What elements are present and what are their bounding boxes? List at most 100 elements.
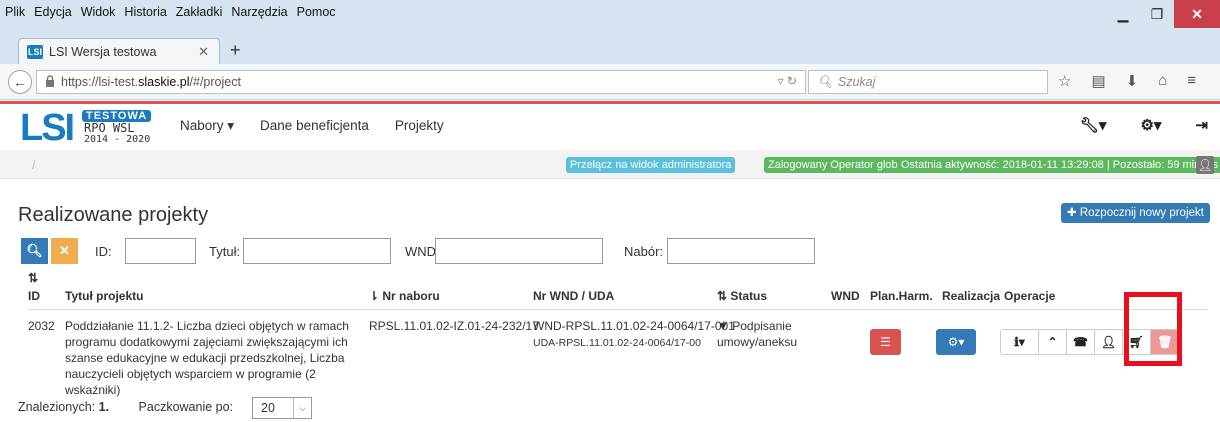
logo-line2: 2014 - 2020	[84, 134, 151, 145]
row-status-line2: umowy/aneksu	[717, 335, 798, 349]
app-header: LSI TESTOWA RPO WSL 2014 - 2020 Nabory ▾…	[0, 101, 1220, 149]
filter-id-input[interactable]	[125, 238, 196, 264]
info-bar: / Przełącz na widok administratora Zalog…	[0, 150, 1220, 179]
menu-pomoc[interactable]: Pomoc	[297, 5, 336, 19]
menu-historia[interactable]: Historia	[124, 5, 166, 19]
page-title: Realizowane projekty	[18, 204, 209, 226]
filter-nabor-label: Nabór:	[624, 244, 664, 259]
col-header-wnd: Nr WND / UDA	[533, 289, 615, 303]
highlight-frame	[1124, 292, 1182, 366]
home-icon[interactable]: ⌂	[1158, 72, 1167, 90]
nav-dane-beneficjenta[interactable]: Dane beneficjenta	[260, 118, 369, 134]
url-path: /#/project	[189, 75, 241, 89]
tab-title: LSI Wersja testowa	[49, 44, 157, 59]
minimize-button[interactable]: ▁	[1106, 0, 1140, 28]
menu-zakladki[interactable]: Zakładki	[176, 5, 223, 19]
url-prefix: https://lsi-test.	[61, 75, 139, 89]
bookmark-star-icon[interactable]: ☆	[1058, 72, 1071, 90]
gear-dropdown-icon: ⚙▾	[947, 335, 965, 349]
browser-menubar: Plik Edycja Widok Historia Zakładki Narz…	[0, 0, 1220, 32]
reload-icon[interactable]: ▿ ↻	[778, 74, 797, 88]
row-status: ▼ Podpisanie umowy/aneksu	[717, 318, 797, 350]
user-profile-icon[interactable]: 👤︎	[1196, 156, 1214, 174]
row-title-line: Poddziałanie 11.1.2- Liczba dzieci objęt…	[65, 319, 349, 333]
close-window-button[interactable]: ✕	[1174, 0, 1220, 28]
col-header-status-label: Status	[730, 289, 768, 303]
admin-view-label[interactable]: Przełącz na widok administratora	[566, 157, 736, 173]
col-header-title: Tytuł projektu	[65, 289, 144, 303]
search-placeholder: Szukaj	[837, 75, 876, 89]
new-project-label: Rozpocznij nowy projekt	[1079, 207, 1204, 219]
logo-main: LSI	[20, 107, 75, 149]
col-header-nabor-label: Nr naboru	[382, 289, 440, 303]
nav-nabory[interactable]: Nabory ▾	[180, 118, 234, 134]
url-domain: slaskie.pl	[138, 75, 190, 89]
plan-harm-button[interactable]: ☰	[870, 329, 901, 355]
filter-wnd-input[interactable]	[435, 238, 603, 264]
search-button[interactable]: 🔍︎	[21, 238, 48, 264]
chevron-down-icon: ⌵	[293, 398, 311, 418]
row-title-line: programu dodatkowymi zajęciami zwiększaj…	[65, 335, 348, 349]
col-header-status[interactable]: ⇅ Status	[717, 289, 767, 303]
sort-id-icon[interactable]: ⇅	[28, 271, 38, 285]
back-arrow-icon[interactable]: ←	[8, 70, 32, 94]
row-title-line: nauczycieli objętych wsparciem w program…	[65, 367, 316, 397]
filter-title-label: Tytuł:	[209, 244, 241, 259]
header-divider	[28, 309, 1208, 310]
filter-id-label: ID:	[95, 244, 112, 259]
lock-icon	[46, 75, 54, 87]
col-header-realizacja: Realizacja	[942, 289, 1001, 303]
gear-icon[interactable]: ⚙▾	[1140, 116, 1161, 134]
found-label: Znalezionych:	[18, 400, 96, 414]
row-id: 2032	[28, 319, 55, 333]
browser-tab[interactable]: LSI LSI Wersja testowa ✕	[18, 38, 220, 64]
clear-filter-button[interactable]: ✕	[51, 238, 78, 264]
info-dropdown-icon[interactable]: ℹ▾	[1001, 330, 1039, 354]
col-header-id[interactable]: ID	[28, 289, 40, 303]
row-nabor: RPSL.11.01.02-IZ.01-24-232/17	[369, 319, 539, 333]
new-tab-icon[interactable]: +	[230, 40, 241, 61]
page-size-select[interactable]: 20 ⌵	[252, 397, 312, 419]
page-size-value: 20	[261, 401, 275, 415]
filter-funnel-icon: ▼	[717, 319, 729, 333]
maximize-button[interactable]: ❐	[1140, 0, 1174, 28]
menu-edycja[interactable]: Edycja	[34, 5, 72, 19]
page-size-label: Paczkowanie po:	[138, 400, 234, 414]
reading-list-icon[interactable]: ▤	[1091, 72, 1105, 90]
browser-search-input[interactable]: 🔍︎ Szukaj	[808, 70, 1048, 94]
hamburger-menu-icon[interactable]: ≡	[1187, 72, 1196, 90]
row-status-line1: Podpisanie	[732, 319, 792, 333]
filter-title-input[interactable]	[243, 238, 391, 264]
row-uda: UDA-RPSL.11.01.02-24-0064/17-00	[533, 337, 701, 349]
col-header-operacje: Operacje	[1004, 289, 1056, 303]
col-header-nabor[interactable]: ⇂ Nr naboru	[369, 289, 440, 303]
download-icon[interactable]: ⬇	[1126, 72, 1139, 90]
browser-navbar: ← https://lsi-test. slaskie.pl/#/project …	[0, 64, 1220, 100]
search-icon: 🔍︎	[817, 74, 833, 89]
list-icon: ☰	[880, 335, 891, 349]
results-footer: Znalezionych: 1. Paczkowanie po:	[18, 400, 233, 414]
lsi-favicon-icon: LSI	[27, 44, 43, 59]
phone-icon[interactable]: ☎	[1067, 330, 1095, 354]
menu-widok[interactable]: Widok	[81, 5, 116, 19]
wrench-icon[interactable]: 🔧︎▾	[1080, 116, 1107, 134]
new-project-button[interactable]: ✚ Rozpocznij nowy projekt	[1061, 203, 1210, 223]
url-bar[interactable]: https://lsi-test. slaskie.pl/#/project ▿ …	[36, 70, 806, 94]
nav-projekty[interactable]: Projekty	[395, 118, 444, 134]
tab-strip: LSI LSI Wersja testowa ✕ +	[0, 32, 1220, 64]
realizacja-button[interactable]: ⚙▾	[936, 329, 976, 355]
activity-label: Ostatnia aktywność: 2018-01-11 13:29:08 …	[897, 157, 1220, 173]
row-title: Poddziałanie 11.1.2- Liczba dzieci objęt…	[65, 318, 365, 398]
breadcrumb: /	[32, 158, 36, 172]
user-icon[interactable]: 👤︎	[1095, 330, 1123, 354]
logout-icon[interactable]: ⇥	[1195, 116, 1208, 134]
close-tab-icon[interactable]: ✕	[198, 44, 209, 60]
logo-line1: RPO WSL	[84, 121, 135, 135]
col-header-plan: Plan.Harm.	[870, 289, 933, 303]
menu-narzedzia[interactable]: Narzędzia	[231, 5, 287, 19]
filter-nabor-input[interactable]	[667, 238, 815, 264]
menu-plik[interactable]: Plik	[5, 5, 25, 19]
transfer-icon[interactable]: ⌃	[1039, 330, 1067, 354]
lsi-logo[interactable]: LSI TESTOWA RPO WSL 2014 - 2020	[20, 108, 170, 148]
found-count: 1.	[98, 400, 110, 414]
